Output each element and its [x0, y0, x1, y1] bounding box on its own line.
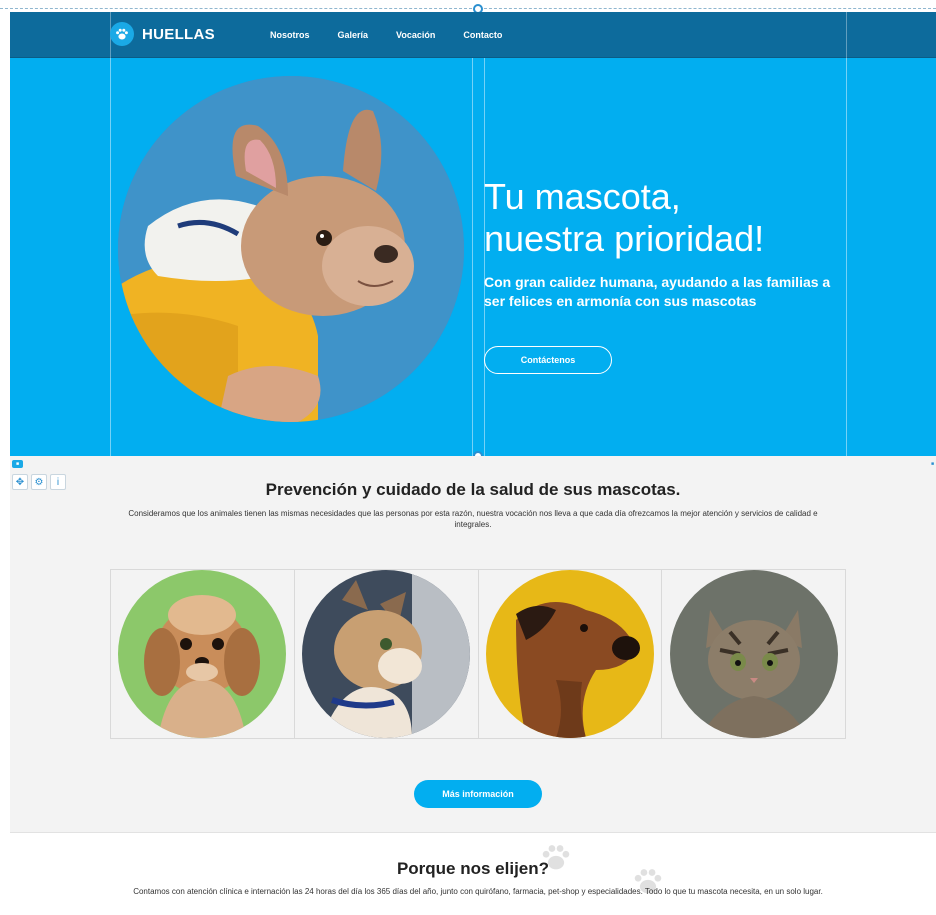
section-text: Contamos con atención clínica e internac… [133, 887, 823, 896]
nav-link-galeria[interactable]: Galería [338, 30, 369, 40]
tabby-kitten-photo [669, 570, 838, 738]
maltipoo-dog-photo [118, 570, 287, 738]
hero-title-line1: Tu mascota, [484, 176, 681, 217]
hero-title: Tu mascota, nuestra prioridad! [484, 176, 844, 260]
layout-guide [846, 58, 847, 456]
why-choose-us-section: Porque nos elijen? Contamos con atención… [10, 832, 936, 915]
gallery-card[interactable] [662, 570, 845, 738]
section-title: Porque nos elijen? [396, 859, 550, 878]
editor-section-outline [0, 8, 936, 9]
section-title: Prevención y cuidado de la salud de sus … [265, 480, 681, 499]
hero-title-line2: nuestra prioridad! [484, 218, 765, 259]
move-icon[interactable]: ✥ [12, 474, 28, 490]
layout-guide [472, 58, 473, 456]
layout-guide [110, 58, 111, 456]
pet-gallery [110, 569, 846, 739]
boxer-dog-photo [485, 570, 654, 738]
gallery-card[interactable] [295, 570, 479, 738]
nav-link-contacto[interactable]: Contacto [463, 30, 502, 40]
french-bulldog-photo [118, 76, 464, 422]
section-text: Consideramos que los animales tienen las… [128, 509, 818, 529]
paw-icon [110, 22, 134, 46]
cat-profile-photo [302, 570, 471, 738]
brand-logo[interactable]: HUELLAS [110, 22, 215, 46]
settings-icon[interactable]: ⚙ [31, 474, 47, 490]
layout-guide [846, 12, 847, 58]
editor-toolbar: ✥ ⚙ i [12, 474, 66, 490]
more-info-button[interactable]: Más información [414, 780, 542, 808]
nav-link-nosotros[interactable]: Nosotros [270, 30, 310, 40]
hero-subtitle: Con gran calidez humana, ayudando a las … [484, 274, 831, 309]
info-icon[interactable]: i [50, 474, 66, 490]
prevention-section: Prevención y cuidado de la salud de sus … [10, 456, 936, 832]
editor-section-tag[interactable]: ■ [12, 460, 24, 468]
hero-section: Tu mascota, nuestra prioridad! Con gran … [10, 58, 936, 456]
site-header: HUELLAS Nosotros Galería Vocación Contac… [10, 12, 936, 58]
editor-marker: ■ [930, 461, 934, 467]
gallery-card[interactable] [111, 570, 295, 738]
brand-name: HUELLAS [142, 25, 215, 43]
contact-button[interactable]: Contáctenos [484, 346, 612, 374]
gallery-card[interactable] [479, 570, 663, 738]
main-nav: Nosotros Galería Vocación Contacto [270, 30, 530, 40]
nav-link-vocacion[interactable]: Vocación [396, 30, 435, 40]
